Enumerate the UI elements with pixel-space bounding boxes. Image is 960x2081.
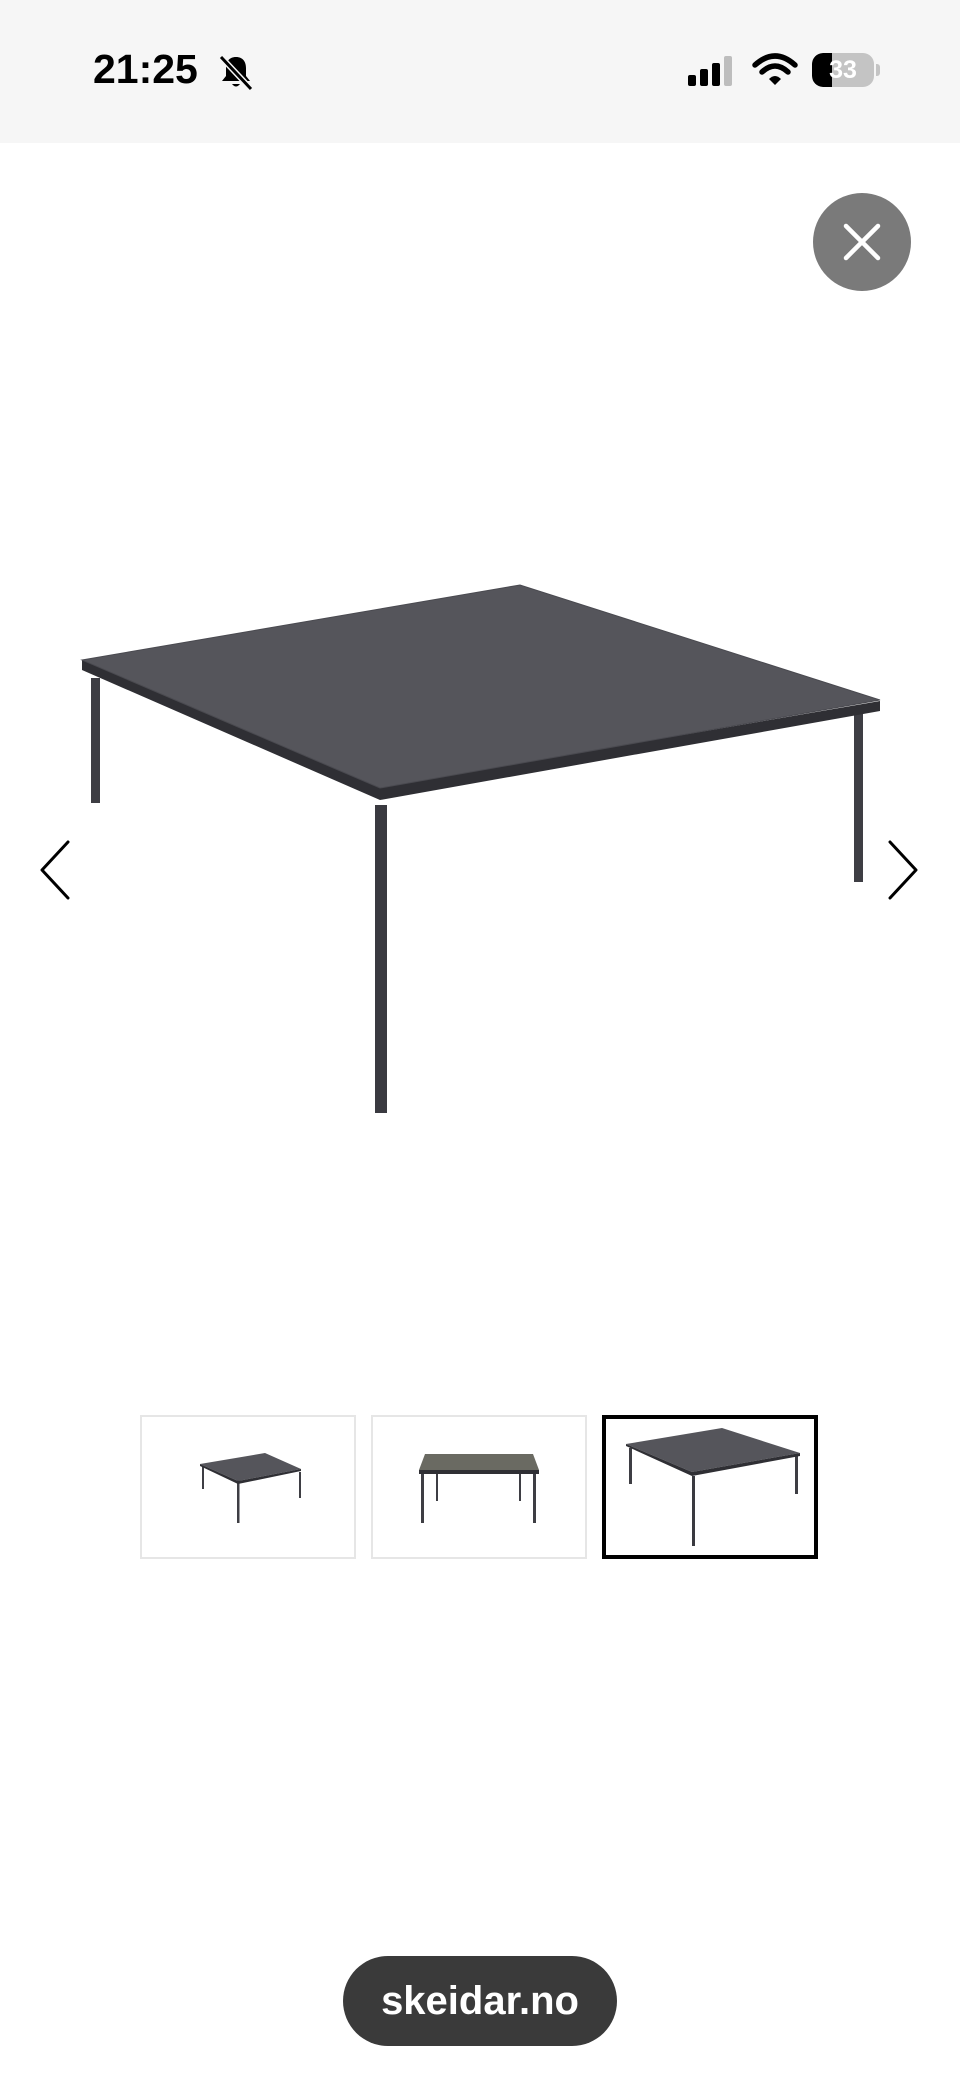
table-leg-back-right [854, 714, 863, 882]
status-bar: 21:25 33 [0, 0, 960, 143]
battery-icon: 33 [812, 53, 880, 87]
chevron-right-icon[interactable] [882, 838, 922, 902]
thumbnail-3-image [626, 1428, 800, 1546]
table-top [82, 585, 880, 788]
battery-body: 33 [812, 53, 874, 87]
product-image [80, 584, 881, 1113]
thumbnail-2-image [419, 1454, 539, 1523]
chevron-left-icon[interactable] [36, 838, 76, 902]
close-button[interactable] [813, 193, 911, 291]
battery-percent: 33 [829, 56, 857, 84]
cellular-signal-icon [688, 56, 732, 86]
bell-slash-icon [218, 54, 254, 92]
table-leg-front [375, 805, 387, 1113]
thumbnail-1[interactable] [140, 1415, 356, 1559]
status-time: 21:25 [93, 46, 198, 92]
battery-tip [876, 64, 880, 76]
close-icon [843, 223, 881, 261]
table-leg-back-left [91, 678, 100, 803]
thumbnail-2[interactable] [371, 1415, 587, 1559]
url-pill[interactable]: skeidar.no [343, 1956, 617, 2046]
thumbnail-1-image [200, 1453, 301, 1523]
wifi-icon [752, 53, 798, 85]
thumbnail-3[interactable] [602, 1415, 818, 1559]
